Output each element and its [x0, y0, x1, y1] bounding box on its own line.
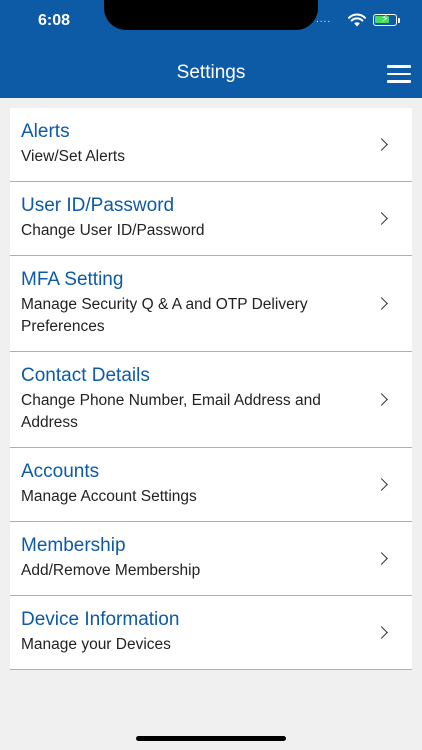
home-indicator[interactable] [136, 736, 286, 741]
settings-list: Alerts View/Set Alerts User ID/Password … [10, 108, 412, 670]
status-time: 6:08 [38, 12, 71, 29]
chevron-right-icon [375, 392, 388, 406]
chevron-right-icon [375, 477, 388, 491]
settings-item-user-id-password[interactable]: User ID/Password Change User ID/Password [10, 182, 412, 256]
settings-item-alerts[interactable]: Alerts View/Set Alerts [10, 108, 412, 182]
settings-item-subtitle: Manage your Devices [21, 636, 171, 653]
settings-item-subtitle: Manage Security Q & A and OTP Delivery P… [21, 296, 308, 335]
app-header: 6:08 .... ⚡ Settings [0, 0, 422, 98]
page-title: Settings [176, 62, 246, 83]
settings-item-device-information[interactable]: Device Information Manage your Devices [10, 596, 412, 670]
settings-item-accounts[interactable]: Accounts Manage Account Settings [10, 448, 412, 522]
settings-item-title: Accounts [21, 461, 100, 482]
chevron-right-icon [375, 137, 388, 151]
cellular-signal-icon: .... [316, 14, 332, 25]
settings-item-title: Contact Details [21, 365, 150, 386]
chevron-right-icon [375, 625, 388, 639]
settings-item-subtitle: Add/Remove Membership [21, 562, 201, 579]
settings-item-subtitle: Change Phone Number, Email Address and A… [21, 392, 321, 431]
settings-item-title: Alerts [21, 121, 70, 142]
battery-charging-icon: ⚡ [373, 13, 397, 26]
settings-item-title: Membership [21, 535, 126, 556]
settings-item-membership[interactable]: Membership Add/Remove Membership [10, 522, 412, 596]
settings-screen: 6:08 .... ⚡ Settings Alerts View/Set Ale… [0, 0, 422, 750]
wifi-icon [348, 13, 366, 27]
device-notch [104, 0, 318, 30]
settings-item-title: User ID/Password [21, 195, 175, 216]
charging-bolt-icon: ⚡ [381, 13, 389, 25]
battery-cap [398, 18, 400, 23]
settings-item-contact-details[interactable]: Contact Details Change Phone Number, Ema… [10, 352, 412, 448]
settings-item-subtitle: View/Set Alerts [21, 148, 125, 165]
settings-item-subtitle: Change User ID/Password [21, 222, 205, 239]
settings-item-mfa-setting[interactable]: MFA Setting Manage Security Q & A and OT… [10, 256, 412, 352]
settings-item-title: MFA Setting [21, 269, 124, 290]
chevron-right-icon [375, 551, 388, 565]
chevron-right-icon [375, 296, 388, 310]
settings-item-title: Device Information [21, 609, 180, 630]
settings-item-subtitle: Manage Account Settings [21, 488, 197, 505]
hamburger-menu-icon[interactable] [387, 65, 411, 83]
chevron-right-icon [375, 211, 388, 225]
